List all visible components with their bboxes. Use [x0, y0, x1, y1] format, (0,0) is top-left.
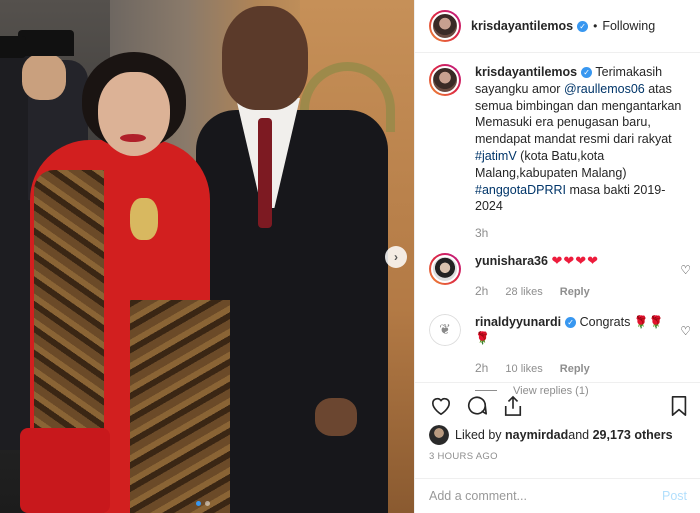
actions-divider	[415, 382, 700, 383]
action-bar	[429, 394, 691, 418]
add-comment-bar: Add a comment... Post	[415, 478, 700, 513]
header-divider	[415, 52, 700, 53]
photo-background-hat	[0, 36, 26, 58]
commenter-username[interactable]: rinaldyyunardi	[475, 315, 561, 329]
comment-time[interactable]: 2h	[475, 284, 488, 298]
caption-hashtag[interactable]: #jatimV	[475, 149, 517, 163]
photo-red-clutch	[20, 428, 110, 513]
photo-woman-batik-skirt	[130, 300, 230, 513]
photo-woman-face	[98, 72, 170, 156]
comment-meta: 2h 10 likes Reply	[475, 360, 671, 377]
following-button[interactable]: Following	[602, 19, 655, 33]
photo-background-face	[22, 54, 66, 100]
verified-badge-icon: ✓	[565, 316, 577, 328]
carousel-dot-active	[196, 501, 201, 506]
caption-username[interactable]: krisdayantilemos	[475, 65, 577, 79]
photo-man-head	[222, 6, 308, 110]
comment-icon[interactable]	[465, 394, 489, 418]
commenter-avatar[interactable]: ❦	[429, 313, 461, 346]
heart-icon[interactable]: ♡	[680, 263, 691, 277]
comment-text: ❤❤❤❤	[551, 252, 600, 268]
header-separator: •	[593, 19, 598, 33]
verified-badge-icon: ✓	[581, 67, 593, 78]
comment-likes[interactable]: 10 likes	[505, 363, 542, 375]
caption-mention[interactable]: @raullemos06	[564, 82, 645, 96]
liker-username[interactable]: naymirdad	[505, 428, 568, 442]
reply-button[interactable]: Reply	[560, 286, 590, 298]
comments-list: krisdayantilemos ✓ Terimakasih sayangku a…	[429, 64, 691, 397]
post-sidebar: krisdayantilemos ✓ • Following krisdayan…	[414, 0, 700, 513]
heart-icon[interactable]: ♡	[680, 324, 691, 338]
likes-count[interactable]: 29,173 others	[593, 428, 673, 442]
post-photo[interactable]: ›	[0, 0, 414, 513]
comment-meta: 2h 28 likes Reply	[475, 283, 671, 300]
author-username[interactable]: krisdayantilemos	[471, 19, 573, 33]
comment-time[interactable]: 2h	[475, 361, 488, 375]
commenter-username[interactable]: yunishara36	[475, 254, 548, 268]
verified-badge-icon: ✓	[577, 20, 589, 32]
post-header: krisdayantilemos ✓ • Following	[429, 10, 689, 42]
share-icon[interactable]	[501, 394, 525, 418]
likes-prefix: Liked by	[455, 428, 502, 442]
likes-middle: and	[568, 428, 590, 442]
photo-background-hat	[18, 30, 74, 56]
heart-icon[interactable]	[429, 394, 453, 418]
comment-item: yunishara36 ❤❤❤❤ 2h 28 likes Reply ♡	[429, 252, 691, 300]
carousel-indicator	[196, 501, 210, 506]
caption-avatar[interactable]	[429, 64, 461, 96]
photo-woman-lips	[120, 134, 146, 142]
post-time[interactable]: 3 HOURS AGO	[429, 451, 498, 462]
view-replies-line	[475, 390, 497, 392]
likes-summary: Liked by naymirdad and 29,173 others	[429, 425, 673, 445]
bookmark-icon[interactable]	[667, 394, 691, 418]
chevron-right-icon: ›	[394, 250, 398, 264]
caption-hashtag[interactable]: #anggotaDPRRI	[475, 183, 566, 197]
liker-avatar[interactable]	[429, 425, 449, 445]
comment-body: rinaldyyunardi ✓ Congrats 🌹🌹🌹 2h 10 likes…	[475, 314, 671, 377]
author-avatar[interactable]	[429, 10, 461, 42]
comment-likes[interactable]: 28 likes	[505, 286, 542, 298]
comment-input[interactable]: Add a comment...	[429, 489, 527, 503]
photo-man-hand	[315, 398, 357, 436]
reply-button[interactable]: Reply	[560, 363, 590, 375]
caption-body: krisdayantilemos ✓ Terimakasih sayangku a…	[475, 64, 691, 243]
commenter-avatar[interactable]	[429, 252, 461, 285]
photo-man-tie	[258, 118, 272, 228]
post-button[interactable]: Post	[662, 489, 687, 503]
comment-text: Congrats	[579, 314, 634, 329]
comment-body: yunishara36 ❤❤❤❤ 2h 28 likes Reply	[475, 253, 671, 300]
caption: krisdayantilemos ✓ Terimakasih sayangku a…	[429, 64, 691, 243]
photo-woman-brooch	[130, 198, 158, 240]
carousel-dot	[205, 501, 210, 506]
next-slide-button[interactable]: ›	[385, 246, 407, 268]
comment-item: ❦ rinaldyyunardi ✓ Congrats 🌹🌹🌹 2h 10 lik…	[429, 313, 691, 377]
caption-meta: 3h	[475, 225, 691, 243]
caption-time[interactable]: 3h	[475, 226, 488, 240]
